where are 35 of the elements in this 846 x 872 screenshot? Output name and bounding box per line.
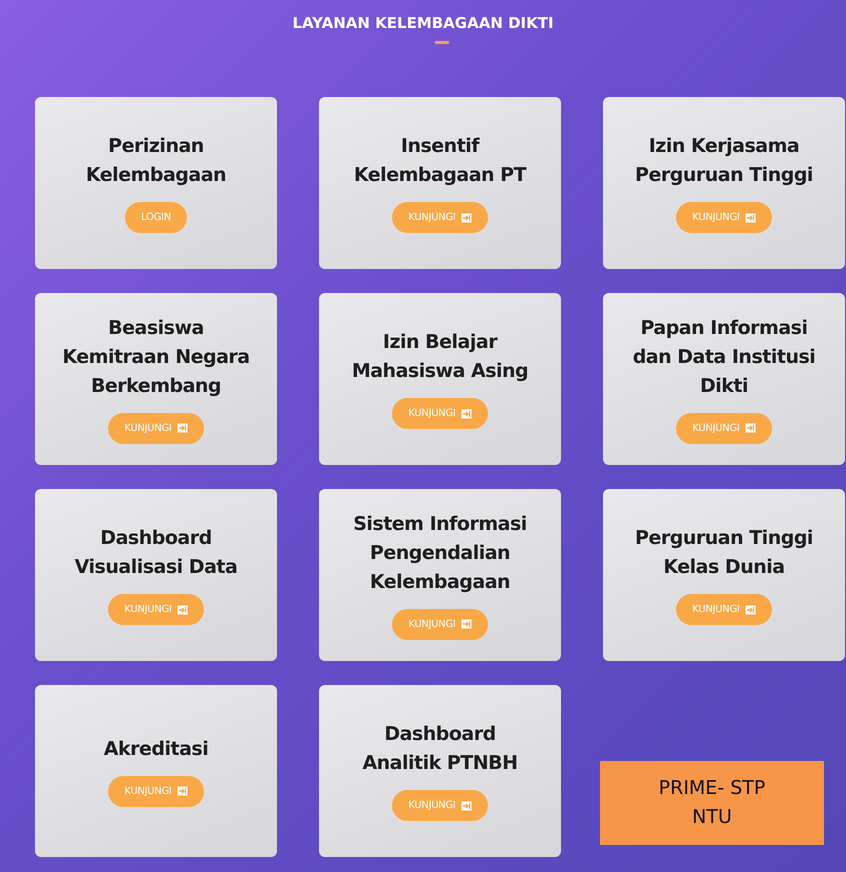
visit-button[interactable]: KUNJUNGI <box>108 594 204 625</box>
card-title: Dashboard Visualisasi Data <box>74 526 238 580</box>
visit-button[interactable]: KUNJUNGI <box>392 608 488 640</box>
card-title: Beasiswa Kemitraan Negara Berkembang <box>62 316 250 398</box>
visit-button[interactable]: KUNJUNGI <box>108 412 204 444</box>
visit-button[interactable]: KUNJUNGI <box>392 398 488 429</box>
card-title: Izin Kerjasama Perguruan Tinggi <box>635 134 813 188</box>
enter-icon <box>744 212 756 222</box>
enter-icon <box>460 619 472 629</box>
card-title: Sistem Informasi Pengendalian Kelembagaan <box>353 512 527 594</box>
card-title: Akreditasi <box>104 736 208 762</box>
card-title: Papan Informasi dan Data Institusi Dikti <box>632 316 816 398</box>
enter-icon <box>176 786 188 796</box>
enter-icon <box>744 604 756 614</box>
enter-icon <box>176 604 188 614</box>
enter-icon <box>176 423 188 433</box>
enter-icon <box>460 800 472 810</box>
title-underline <box>435 40 449 44</box>
card-title: Perguruan Tinggi Kelas Dunia <box>635 526 813 580</box>
card-title: Perizinan Kelembagaan <box>86 134 226 188</box>
visit-button[interactable]: KUNJUNGI <box>108 776 204 806</box>
enter-icon <box>460 408 472 418</box>
card-title: Izin Belajar Mahasiswa Asing <box>352 330 528 384</box>
card-title: Insentif Kelembagaan PT <box>354 134 526 188</box>
card-title: Dashboard Analitik PTNBH <box>362 722 518 776</box>
visit-button[interactable]: KUNJUNGI <box>392 790 488 821</box>
visit-button[interactable]: KUNJUNGI <box>676 594 772 625</box>
enter-icon <box>744 423 756 433</box>
section-title: LAYANAN KELEMBAGAAN DIKTI <box>291 13 555 34</box>
visit-button[interactable]: KUNJUNGI <box>676 412 772 444</box>
visit-button[interactable]: LOGIN <box>125 202 187 233</box>
visit-button[interactable]: KUNJUNGI <box>676 202 772 233</box>
visit-button[interactable]: KUNJUNGI <box>392 202 488 233</box>
enter-icon <box>460 212 472 222</box>
callout-label: PRIME- STP NTU <box>600 760 824 844</box>
